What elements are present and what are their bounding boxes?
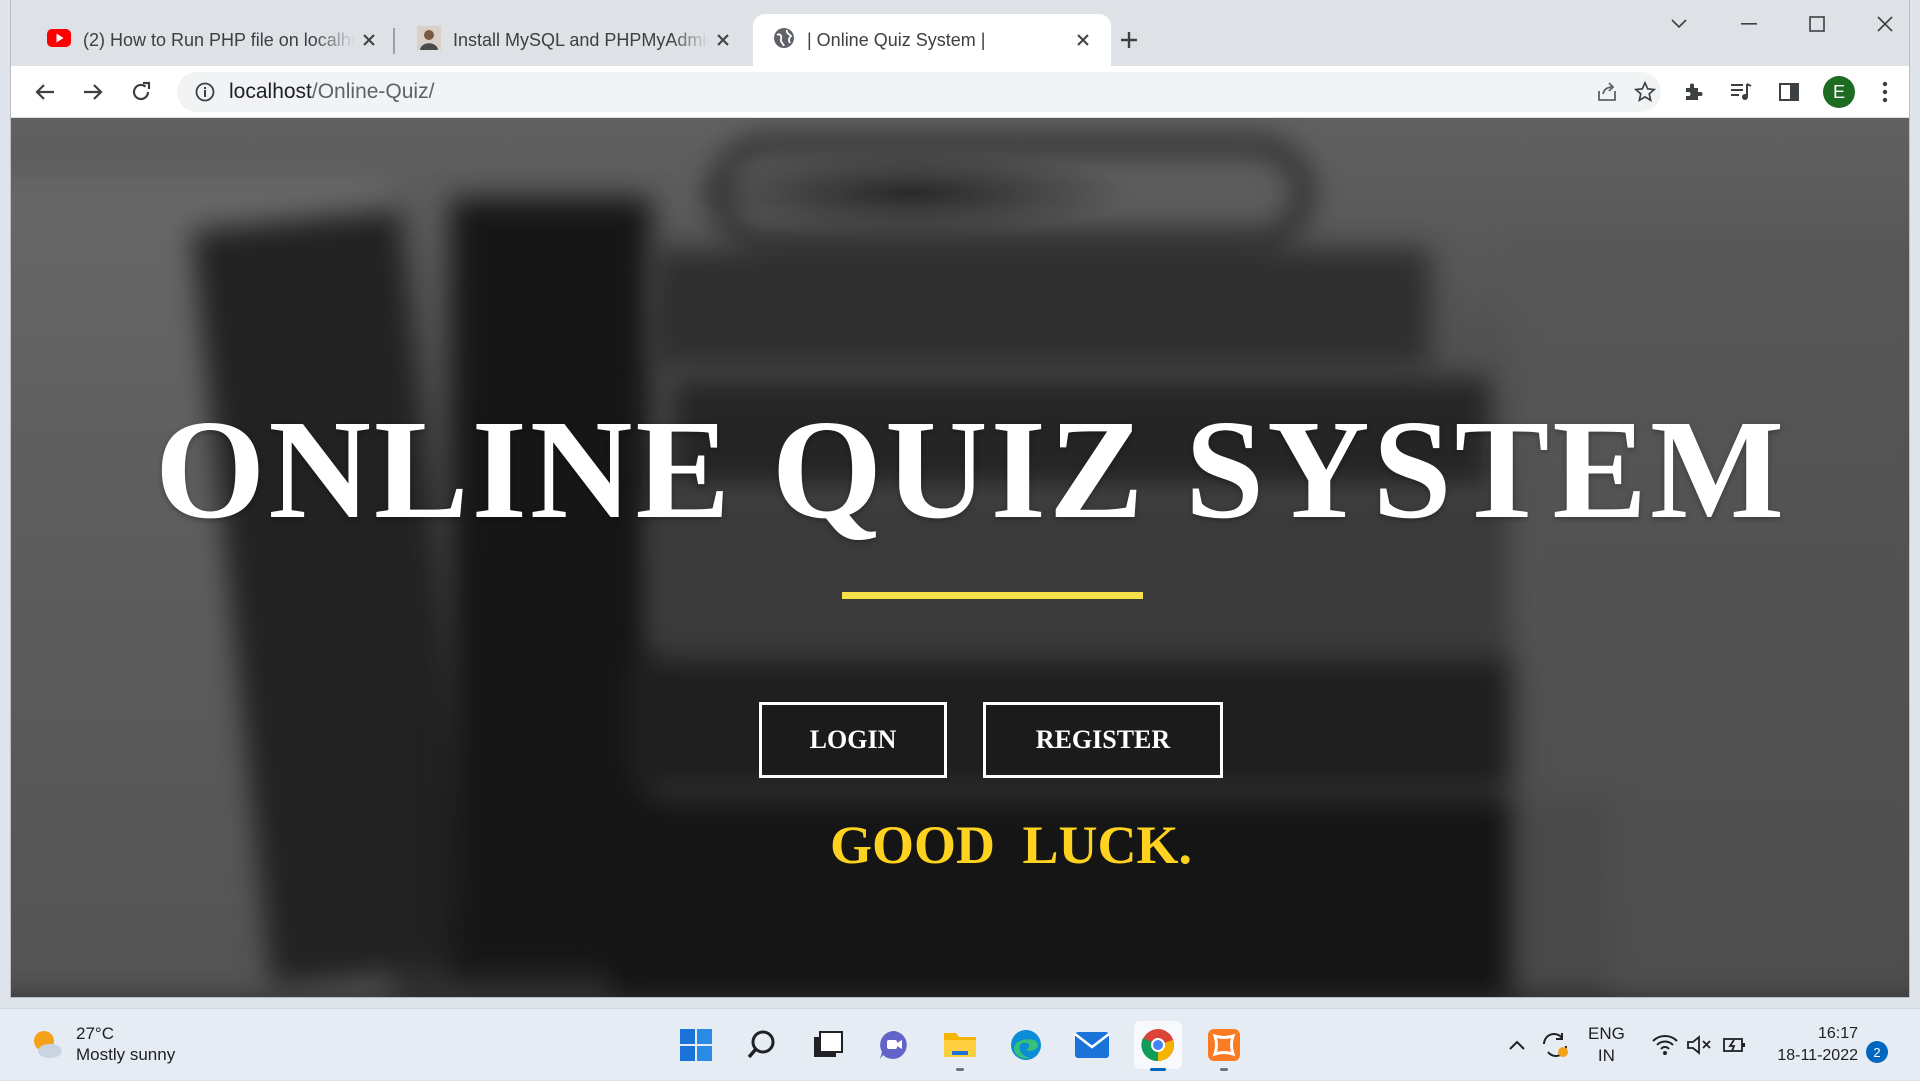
- taskbar: 27°C Mostly sunny ENG IN 16:17 18-11-202…: [0, 1008, 1920, 1080]
- teams-chat-icon[interactable]: [870, 1021, 918, 1069]
- forward-button[interactable]: [75, 74, 111, 110]
- weather-temp: 27°C: [76, 1024, 114, 1043]
- good-luck-text: GOOD LUCK.: [829, 815, 1193, 875]
- tab-divider: [393, 28, 395, 54]
- start-button[interactable]: [672, 1021, 720, 1069]
- close-tab-icon[interactable]: [1069, 26, 1097, 54]
- clock-time: 16:17: [1817, 1025, 1858, 1042]
- reload-button[interactable]: [123, 74, 159, 110]
- profile-avatar[interactable]: E: [1823, 76, 1855, 108]
- media-controls-icon[interactable]: [1723, 74, 1759, 110]
- tab-strip: (2) How to Run PHP file on localhost Ins…: [11, 0, 1909, 66]
- site-info-icon[interactable]: [193, 80, 217, 104]
- side-panel-icon[interactable]: [1771, 74, 1807, 110]
- bookmark-star-icon[interactable]: [1633, 80, 1657, 104]
- language-region: IN: [1597, 1046, 1615, 1065]
- clock[interactable]: 16:17 18-11-2022: [1768, 1023, 1858, 1066]
- clock-date: 18-11-2022: [1777, 1046, 1858, 1064]
- running-indicator: [1150, 1068, 1166, 1071]
- youtube-icon: [47, 28, 71, 52]
- tab-mysql[interactable]: Install MySQL and PHPMyAdmin: [397, 14, 751, 66]
- tab-search-button[interactable]: [1651, 6, 1707, 42]
- browser-toolbar: localhost/Online-Quiz/ E: [11, 66, 1909, 118]
- task-view-icon[interactable]: [804, 1021, 852, 1069]
- tab-online-quiz[interactable]: | Online Quiz System |: [753, 14, 1111, 66]
- minimize-button[interactable]: [1721, 6, 1777, 42]
- url-path: /Online-Quiz/: [311, 80, 435, 103]
- close-window-button[interactable]: [1857, 6, 1909, 42]
- battery-charging-icon[interactable]: [1722, 1009, 1748, 1081]
- weather-text: 27°C Mostly sunny: [76, 1023, 175, 1066]
- globe-icon: [773, 27, 795, 54]
- tab-title: (2) How to Run PHP file on localhost: [83, 29, 355, 50]
- page-title: ONLINE QUIZ SYSTEM: [11, 398, 1909, 540]
- back-button[interactable]: [27, 74, 63, 110]
- new-tab-button[interactable]: [1111, 22, 1147, 58]
- search-icon[interactable]: [738, 1021, 786, 1069]
- running-indicator: [956, 1068, 964, 1071]
- avatar-icon: [417, 25, 441, 55]
- wifi-icon[interactable]: [1652, 1009, 1678, 1081]
- login-button[interactable]: LOGIN: [759, 702, 947, 778]
- edge-icon[interactable]: [1002, 1021, 1050, 1069]
- page-viewport: ONLINE QUIZ SYSTEM LOGIN REGISTER GOOD L…: [11, 118, 1909, 997]
- url-host: localhost: [229, 80, 312, 103]
- language-code: ENG: [1588, 1023, 1625, 1043]
- weather-widget[interactable]: 27°C Mostly sunny: [30, 1023, 175, 1066]
- tab-title: Install MySQL and PHPMyAdmin: [453, 29, 709, 50]
- close-tab-icon[interactable]: [355, 26, 383, 54]
- sync-icon[interactable]: [1540, 1009, 1570, 1081]
- chrome-icon[interactable]: [1134, 1021, 1182, 1071]
- mail-icon[interactable]: [1068, 1021, 1116, 1069]
- share-icon[interactable]: [1595, 80, 1619, 104]
- running-indicator: [1220, 1068, 1228, 1071]
- close-tab-icon[interactable]: [709, 26, 737, 54]
- address-bar[interactable]: localhost/Online-Quiz/: [177, 72, 1661, 112]
- tab-title: | Online Quiz System |: [807, 29, 986, 50]
- title-underline: [842, 592, 1143, 599]
- file-explorer-icon[interactable]: [936, 1021, 984, 1071]
- tab-youtube[interactable]: (2) How to Run PHP file on localhost: [27, 14, 397, 66]
- xampp-icon[interactable]: [1200, 1021, 1248, 1071]
- notification-badge[interactable]: 2: [1866, 1041, 1888, 1063]
- page-title-text: ONLINE QUIZ SYSTEM: [154, 390, 1788, 548]
- browser-window: (2) How to Run PHP file on localhost Ins…: [10, 0, 1910, 998]
- url-text: localhost/Online-Quiz/: [229, 80, 434, 104]
- language-indicator[interactable]: ENG IN: [1588, 1009, 1625, 1081]
- register-button[interactable]: REGISTER: [983, 702, 1223, 778]
- weather-desc: Mostly sunny: [76, 1045, 176, 1065]
- maximize-button[interactable]: [1789, 6, 1845, 42]
- partly-sunny-icon: [30, 1027, 64, 1061]
- extensions-icon[interactable]: [1675, 74, 1711, 110]
- show-hidden-icons-button[interactable]: [1508, 1009, 1526, 1081]
- volume-muted-icon[interactable]: [1686, 1009, 1712, 1081]
- menu-icon[interactable]: [1867, 74, 1903, 110]
